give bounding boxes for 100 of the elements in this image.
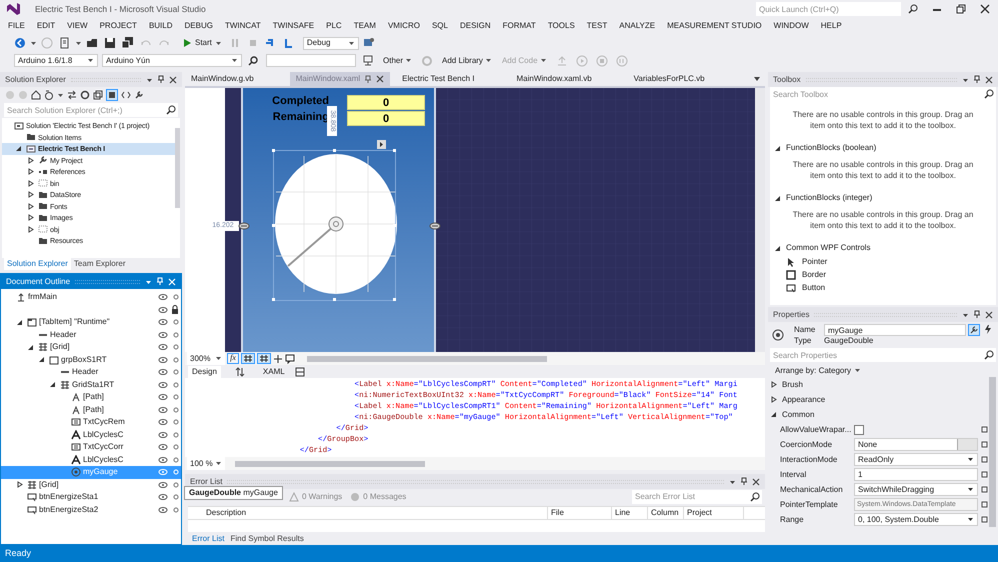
caret-icon[interactable] <box>75 40 82 46</box>
menu-item[interactable]: TWINSAFE <box>266 22 320 30</box>
refresh-icon[interactable] <box>80 90 90 100</box>
category-header[interactable]: Common <box>770 407 988 422</box>
scrollbar-thumb[interactable] <box>989 377 996 527</box>
search-icon[interactable] <box>748 490 762 504</box>
column-header[interactable]: File <box>548 507 612 519</box>
comment-icon[interactable] <box>285 354 295 364</box>
caret-icon[interactable] <box>967 486 974 493</box>
caret-icon[interactable] <box>967 456 974 463</box>
swap-icon[interactable] <box>234 366 245 376</box>
editor-tab[interactable]: MainWindow.g.vb <box>185 72 260 86</box>
checkbox[interactable] <box>854 424 864 434</box>
tree-item[interactable]: Header <box>1 366 181 378</box>
tree-item[interactable]: LblCyclesC <box>1 428 181 441</box>
device-dropdown[interactable]: Arduino Yún <box>102 54 242 67</box>
eye-icon[interactable] <box>158 418 168 426</box>
close-icon[interactable] <box>985 76 993 84</box>
panel-tab[interactable]: Error List <box>189 532 228 544</box>
name-field[interactable]: myGauge <box>824 324 966 336</box>
menu-item[interactable]: PROJECT <box>94 22 143 30</box>
expander-icon[interactable] <box>16 481 25 488</box>
link-icon[interactable] <box>429 222 441 230</box>
tree-item[interactable]: TxtCycRem <box>1 416 181 428</box>
lock-icon[interactable] <box>171 304 179 315</box>
menu-item[interactable]: WINDOW <box>768 22 815 30</box>
close-icon[interactable] <box>376 75 384 83</box>
link-icon[interactable] <box>238 222 250 230</box>
pin-icon[interactable] <box>364 74 372 84</box>
eye-icon[interactable] <box>158 293 168 302</box>
expander-icon[interactable] <box>770 396 779 403</box>
expander-icon[interactable] <box>38 356 47 364</box>
new-file-icon[interactable] <box>59 37 71 49</box>
expander-icon[interactable] <box>16 318 25 326</box>
search-field[interactable]: Search Error List <box>632 490 748 504</box>
sync-icon[interactable] <box>67 90 77 100</box>
expander-icon[interactable] <box>49 381 58 388</box>
eye-icon[interactable] <box>158 493 168 502</box>
panel-tab[interactable]: Team Explorer <box>70 258 128 270</box>
start-button[interactable]: Start <box>180 36 225 50</box>
tree-item[interactable]: [TabItem] "Runtime" <box>1 316 181 328</box>
pin-icon[interactable] <box>973 310 981 319</box>
tree-item[interactable]: frmMain <box>1 291 181 304</box>
view-tab[interactable]: XAML <box>258 366 289 378</box>
eye-icon[interactable] <box>158 380 168 389</box>
value-field[interactable]: None <box>854 438 978 451</box>
expander-icon[interactable] <box>27 156 36 164</box>
eye-icon[interactable] <box>158 430 168 439</box>
tree-item[interactable]: btnEnergizeSta2 <box>1 504 181 516</box>
expander-icon[interactable] <box>27 344 36 351</box>
snap-lines-icon[interactable] <box>273 354 283 364</box>
search-icon[interactable] <box>982 348 996 362</box>
configuration-dropdown[interactable]: Debug <box>302 36 359 50</box>
home-icon[interactable] <box>31 90 41 100</box>
column-header[interactable]: Description <box>188 507 548 519</box>
menu-item[interactable]: VIEW <box>61 22 94 30</box>
close-icon[interactable] <box>980 4 990 14</box>
property-marker-icon[interactable] <box>981 456 988 463</box>
expander-icon[interactable] <box>774 194 783 202</box>
toolbox-group-header[interactable]: FunctionBlocks (boolean) <box>774 141 992 155</box>
clock-icon[interactable] <box>44 90 54 100</box>
menu-item[interactable]: HELP <box>814 22 848 30</box>
pin-icon[interactable] <box>740 477 748 486</box>
tree-item[interactable]: Header <box>1 328 181 341</box>
panel-tab[interactable]: Solution Explorer <box>4 258 71 270</box>
toolbox-item[interactable]: Border <box>774 268 992 281</box>
menu-item[interactable]: TWINCAT <box>218 22 267 30</box>
expander-icon[interactable] <box>770 381 779 388</box>
eye-icon[interactable] <box>158 356 168 364</box>
close-icon[interactable] <box>752 478 760 486</box>
expander-icon[interactable] <box>774 244 783 252</box>
eye-icon[interactable] <box>158 330 168 339</box>
caret-icon[interactable] <box>87 57 94 64</box>
menu-item[interactable]: TEST <box>580 22 614 30</box>
save-icon[interactable] <box>104 37 116 49</box>
other-dropdown[interactable]: Other <box>380 54 416 67</box>
scrollbar-thumb[interactable] <box>307 356 547 362</box>
board-dropdown[interactable]: Arduino 1.6/1.8 <box>14 54 98 67</box>
menu-item[interactable]: DESIGN <box>454 22 497 30</box>
search-icon[interactable] <box>164 103 178 117</box>
value-field[interactable]: 1 <box>854 468 978 481</box>
property-marker-icon[interactable] <box>981 471 988 478</box>
panel-tab[interactable]: Find Symbol Results <box>227 532 307 544</box>
expander-icon[interactable] <box>27 214 36 222</box>
collapse-all-icon[interactable] <box>93 90 103 100</box>
search-field[interactable]: Search Properties <box>770 348 982 362</box>
toolbox-item[interactable]: Button <box>774 281 992 294</box>
menu-item[interactable]: FILE <box>2 22 31 30</box>
tree-item[interactable]: [Path] <box>1 391 181 404</box>
menu-item[interactable]: VMICRO <box>382 22 426 30</box>
smart-tag-icon[interactable] <box>377 140 386 149</box>
caret-icon[interactable] <box>405 57 412 64</box>
pin-icon[interactable] <box>157 75 165 84</box>
save-all-icon[interactable] <box>122 37 134 49</box>
code-icon[interactable] <box>121 90 131 100</box>
view-tab[interactable]: Design <box>188 366 221 378</box>
close-icon[interactable] <box>985 310 993 318</box>
menu-item[interactable]: MEASUREMENT STUDIO <box>661 22 768 30</box>
grid-toggle-icon[interactable] <box>241 353 255 364</box>
caret-icon[interactable] <box>484 57 492 64</box>
